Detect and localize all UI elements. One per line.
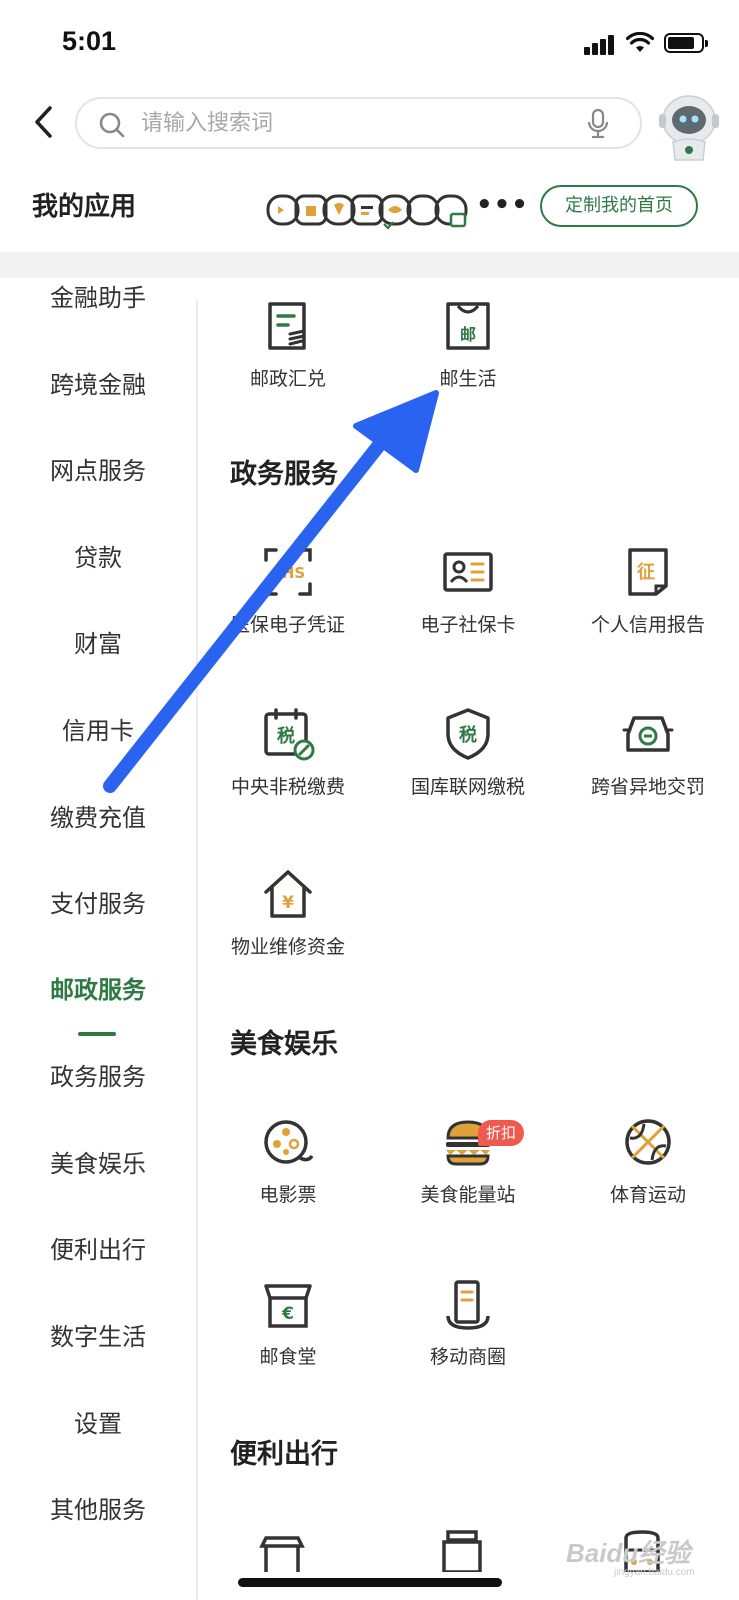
status-time: 5:01 bbox=[62, 26, 117, 56]
wifi-icon bbox=[626, 32, 654, 52]
app-tile-label: 邮政汇兑 bbox=[249, 368, 326, 390]
app-tile-label: 物业维修资金 bbox=[230, 936, 345, 958]
search-icon bbox=[99, 112, 125, 138]
assistant-robot-avatar[interactable] bbox=[655, 90, 723, 162]
svg-text:税: 税 bbox=[277, 725, 295, 747]
more-apps-button[interactable]: ••• bbox=[476, 190, 529, 220]
app-tile-label: 医保电子凭证 bbox=[230, 614, 345, 636]
sidebar-item-food-entertainment[interactable]: 美食娱乐 bbox=[0, 1144, 196, 1184]
app-tile-treasury-tax[interactable]: 税 国库联网缴税 bbox=[378, 706, 558, 799]
traffic-fine-icon bbox=[622, 716, 674, 752]
sidebar-item-government-services[interactable]: 政务服务 bbox=[0, 1057, 196, 1097]
property-fund-icon: ¥ bbox=[264, 870, 312, 918]
sidebar-item-digital-life[interactable]: 数字生活 bbox=[0, 1317, 196, 1357]
sidebar-item-cross-border-finance[interactable]: 跨境金融 bbox=[0, 365, 196, 405]
svg-text:征: 征 bbox=[637, 561, 655, 583]
section-divider bbox=[0, 252, 739, 278]
status-bar: 5:01 bbox=[0, 0, 739, 90]
home-indicator[interactable] bbox=[238, 1578, 502, 1587]
app-tile-traffic-fine[interactable]: 跨省异地交罚 bbox=[558, 706, 738, 799]
pinned-apps-strip[interactable] bbox=[266, 188, 498, 232]
svg-text:税: 税 bbox=[459, 724, 477, 746]
sidebar-item-payment-services[interactable]: 支付服务 bbox=[0, 884, 196, 924]
sidebar-item-credit-card[interactable]: 信用卡 bbox=[0, 711, 196, 751]
travel-app-icon[interactable] bbox=[258, 1532, 306, 1572]
app-tile-label: 体育运动 bbox=[609, 1184, 686, 1206]
medical-insurance-icon: CHS bbox=[264, 548, 312, 596]
canteen-store-icon: € bbox=[264, 1284, 312, 1328]
customize-home-button[interactable]: 定制我的首页 bbox=[540, 185, 698, 227]
app-tile-label: 美食能量站 bbox=[420, 1184, 516, 1206]
mobile-mall-icon bbox=[446, 1280, 490, 1330]
app-tile-social-security-card[interactable]: 电子社保卡 bbox=[378, 544, 558, 637]
app-tile-post-life[interactable]: 邮 邮生活 bbox=[378, 298, 558, 391]
app-tile-sports[interactable]: 体育运动 bbox=[558, 1114, 738, 1207]
app-tile-movie-tickets[interactable]: 电影票 bbox=[198, 1114, 378, 1207]
tax-shield-icon: 税 bbox=[446, 708, 490, 760]
non-tax-payment-icon: 税 bbox=[264, 708, 315, 761]
app-tile-label: 邮食堂 bbox=[259, 1346, 317, 1368]
sidebar-item-payments-topup[interactable]: 缴费充值 bbox=[0, 798, 196, 838]
social-security-card-icon bbox=[443, 552, 493, 592]
signal-icon bbox=[584, 33, 620, 55]
app-tile-medical-insurance[interactable]: CHS 医保电子凭证 bbox=[198, 544, 378, 637]
app-tile-label: 电子社保卡 bbox=[420, 614, 516, 636]
category-sidebar: 金融助手 跨境金融 网点服务 贷款 财富 信用卡 缴费充值 支付服务 邮政服务 … bbox=[0, 278, 196, 1600]
microphone-icon[interactable] bbox=[587, 108, 609, 140]
svg-text:€: € bbox=[281, 1304, 294, 1324]
svg-text:邮: 邮 bbox=[460, 325, 476, 344]
app-tile-food-station[interactable]: 美食能量站 bbox=[378, 1114, 558, 1207]
section-title-food-entertainment: 美食娱乐 bbox=[230, 1029, 338, 1060]
app-tile-post-canteen[interactable]: € 邮食堂 bbox=[198, 1276, 378, 1369]
remittance-icon bbox=[268, 302, 306, 350]
svg-text:¥: ¥ bbox=[282, 893, 294, 913]
discount-badge: 折扣 bbox=[478, 1120, 524, 1146]
sidebar-item-settings[interactable]: 设置 bbox=[0, 1404, 196, 1444]
film-reel-icon bbox=[264, 1120, 314, 1164]
app-tile-label: 国库联网缴税 bbox=[410, 776, 525, 798]
watermark: Baidu经验 bbox=[566, 1538, 691, 1568]
app-tile-label: 中央非税缴费 bbox=[230, 776, 345, 798]
app-tile-label: 邮生活 bbox=[439, 368, 497, 390]
my-apps-title: 我的应用 bbox=[32, 192, 137, 222]
pinned-app-icon bbox=[266, 194, 468, 226]
search-input[interactable] bbox=[141, 107, 561, 139]
battery-icon bbox=[664, 33, 708, 53]
svg-text:CHS: CHS bbox=[271, 564, 305, 582]
sidebar-item-finance-assistant[interactable]: 金融助手 bbox=[0, 278, 196, 318]
search-bar[interactable] bbox=[75, 97, 642, 149]
app-tile-mobile-mall[interactable]: 移动商圈 bbox=[378, 1276, 558, 1369]
sidebar-item-loans[interactable]: 贷款 bbox=[0, 538, 196, 578]
active-tab-indicator bbox=[78, 1032, 116, 1036]
sidebar-item-wealth[interactable]: 财富 bbox=[0, 624, 196, 664]
app-tile-label: 个人信用报告 bbox=[590, 614, 705, 636]
app-tile-label: 电影票 bbox=[259, 1184, 317, 1206]
credit-report-icon: 征 bbox=[628, 548, 668, 596]
sidebar-item-other-services[interactable]: 其他服务 bbox=[0, 1490, 196, 1530]
app-tile-non-tax-payment[interactable]: 税 中央非税缴费 bbox=[198, 706, 378, 799]
section-title-government: 政务服务 bbox=[230, 459, 338, 490]
app-tile-property-fund[interactable]: ¥ 物业维修资金 bbox=[198, 866, 378, 959]
section-title-travel: 便利出行 bbox=[230, 1439, 338, 1470]
basketball-icon bbox=[625, 1119, 671, 1165]
travel-app-icon[interactable] bbox=[438, 1528, 486, 1572]
sidebar-item-postal-services[interactable]: 邮政服务 bbox=[0, 970, 196, 1010]
sidebar-item-branch-services[interactable]: 网点服务 bbox=[0, 451, 196, 491]
app-tile-label: 跨省异地交罚 bbox=[590, 776, 705, 798]
post-life-icon: 邮 bbox=[446, 302, 490, 350]
sidebar-item-convenient-travel[interactable]: 便利出行 bbox=[0, 1230, 196, 1270]
app-tile-credit-report[interactable]: 征 个人信用报告 bbox=[558, 544, 738, 637]
watermark-url: jingyan.baidu.com bbox=[614, 1567, 695, 1578]
app-tile-label: 移动商圈 bbox=[429, 1346, 506, 1368]
back-button[interactable] bbox=[28, 102, 62, 142]
app-tile-remittance[interactable]: 邮政汇兑 bbox=[198, 298, 378, 391]
